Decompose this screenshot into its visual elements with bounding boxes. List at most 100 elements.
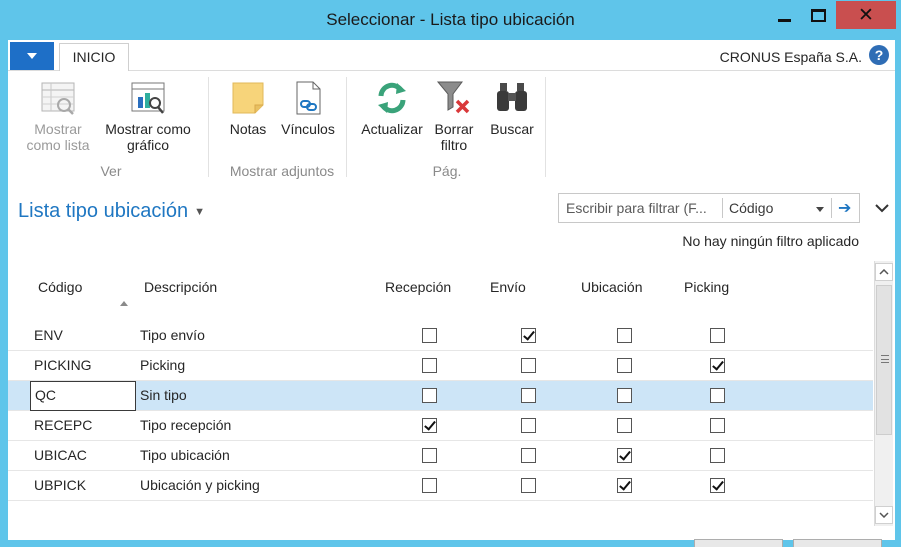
filter-input[interactable] bbox=[559, 194, 722, 222]
links-button[interactable]: Vínculos bbox=[276, 79, 340, 137]
checkbox-picking[interactable] bbox=[710, 328, 725, 343]
refresh-icon bbox=[373, 79, 411, 117]
checkbox-envio[interactable] bbox=[521, 358, 536, 373]
ribbon-tab-bar: INICIO CRONUS España S.A. ? bbox=[8, 40, 895, 72]
minimize-icon bbox=[777, 18, 791, 22]
checkbox-picking[interactable] bbox=[710, 448, 725, 463]
checkbox-picking[interactable] bbox=[710, 388, 725, 403]
ribbon: Mostrar como lista Mostrar como gráfico … bbox=[8, 71, 895, 183]
help-icon[interactable]: ? bbox=[869, 45, 889, 65]
column-header-codigo[interactable]: Código bbox=[38, 279, 82, 295]
notes-button[interactable]: Notas bbox=[224, 79, 272, 137]
filter-status: No hay ningún filtro aplicado bbox=[682, 233, 859, 249]
table-row[interactable]: ENV Tipo envío bbox=[8, 321, 873, 351]
filter-divider bbox=[722, 198, 723, 218]
checkbox-picking[interactable] bbox=[710, 478, 725, 493]
filter-divider bbox=[831, 198, 832, 218]
expand-chevron-icon[interactable] bbox=[875, 203, 889, 213]
cell-code: RECEPC bbox=[34, 417, 93, 433]
checkbox-recepcion[interactable] bbox=[422, 478, 437, 493]
show-as-chart-label: Mostrar como gráfico bbox=[105, 121, 191, 153]
maximize-button[interactable] bbox=[802, 1, 834, 29]
find-button[interactable]: Buscar bbox=[484, 79, 540, 137]
table-row[interactable]: PICKING Picking bbox=[8, 351, 873, 381]
group-label-pag: Pág. bbox=[432, 163, 462, 179]
checkbox-recepcion[interactable] bbox=[422, 418, 437, 433]
clear-filter-icon bbox=[435, 79, 473, 117]
chevron-down-icon[interactable] bbox=[816, 207, 824, 212]
checkbox-envio[interactable] bbox=[521, 328, 536, 343]
title-bar: Seleccionar - Lista tipo ubicación ✕ bbox=[0, 0, 901, 40]
checkbox-ubicacion[interactable] bbox=[617, 478, 632, 493]
checkbox-picking[interactable] bbox=[710, 358, 725, 373]
table-row-selected[interactable]: QC Sin tipo bbox=[8, 381, 873, 411]
group-label-ver: Ver bbox=[100, 163, 122, 179]
cell-code: ENV bbox=[34, 327, 63, 343]
grid-header: Código Descripción Recepción Envío Ubica… bbox=[8, 261, 873, 321]
notes-label: Notas bbox=[229, 121, 267, 137]
checkbox-ubicacion[interactable] bbox=[617, 418, 632, 433]
chart-view-icon bbox=[129, 79, 167, 117]
refresh-button[interactable]: Actualizar bbox=[357, 79, 427, 137]
group-separator bbox=[346, 77, 347, 177]
close-button[interactable]: ✕ bbox=[836, 1, 896, 29]
group-separator bbox=[545, 77, 546, 177]
page-title[interactable]: Lista tipo ubicación ▼ bbox=[18, 200, 205, 223]
sort-ascending-icon bbox=[120, 301, 128, 306]
minimize-button[interactable] bbox=[768, 1, 800, 29]
vertical-scrollbar[interactable] bbox=[874, 261, 893, 526]
column-header-ubicacion[interactable]: Ubicación bbox=[581, 279, 642, 295]
cell-description: Tipo ubicación bbox=[140, 447, 230, 463]
arrow-right-icon[interactable]: ➔ bbox=[838, 198, 851, 218]
clear-filter-label: Borrar filtro bbox=[434, 121, 474, 153]
checkbox-ubicacion[interactable] bbox=[617, 388, 632, 403]
column-header-recepcion[interactable]: Recepción bbox=[385, 279, 451, 295]
cancel-button[interactable]: Cancelar bbox=[793, 539, 882, 547]
table-row[interactable]: UBPICK Ubicación y picking bbox=[8, 471, 873, 501]
checkbox-envio[interactable] bbox=[521, 478, 536, 493]
scroll-up-button[interactable] bbox=[875, 263, 893, 281]
filter-field-select[interactable]: Código bbox=[729, 200, 773, 216]
checkbox-envio[interactable] bbox=[521, 418, 536, 433]
checkbox-picking[interactable] bbox=[710, 418, 725, 433]
close-icon: ✕ bbox=[858, 4, 874, 26]
find-label: Buscar bbox=[490, 121, 534, 137]
note-icon bbox=[229, 79, 267, 117]
accept-button[interactable]: Aceptar bbox=[694, 539, 783, 547]
cell-description: Sin tipo bbox=[140, 387, 187, 403]
checkbox-recepcion[interactable] bbox=[422, 358, 437, 373]
cell-description: Ubicación y picking bbox=[140, 477, 260, 493]
link-icon bbox=[289, 79, 327, 117]
checkbox-ubicacion[interactable] bbox=[617, 448, 632, 463]
show-as-list-button[interactable]: Mostrar como lista bbox=[22, 79, 94, 153]
cell-description: Picking bbox=[140, 357, 186, 373]
grip-icon bbox=[881, 355, 889, 363]
checkbox-ubicacion[interactable] bbox=[617, 358, 632, 373]
checkbox-envio[interactable] bbox=[521, 388, 536, 403]
table-row[interactable]: RECEPC Tipo recepción bbox=[8, 411, 873, 441]
chevron-up-icon bbox=[879, 269, 889, 275]
checkbox-ubicacion[interactable] bbox=[617, 328, 632, 343]
tab-inicio[interactable]: INICIO bbox=[59, 43, 129, 72]
clear-filter-button[interactable]: Borrar filtro bbox=[430, 79, 478, 153]
cell-description: Tipo recepción bbox=[140, 417, 232, 433]
cell-code-focused[interactable]: QC bbox=[30, 381, 136, 411]
cell-code: PICKING bbox=[34, 357, 92, 373]
column-header-picking[interactable]: Picking bbox=[684, 279, 729, 295]
checkbox-recepcion[interactable] bbox=[422, 388, 437, 403]
checkbox-recepcion[interactable] bbox=[422, 448, 437, 463]
checkbox-recepcion[interactable] bbox=[422, 328, 437, 343]
table-row[interactable]: UBICAC Tipo ubicación bbox=[8, 441, 873, 471]
show-as-chart-button[interactable]: Mostrar como gráfico bbox=[100, 79, 196, 153]
application-menu-button[interactable] bbox=[10, 42, 54, 70]
window-title: Seleccionar - Lista tipo ubicación bbox=[326, 10, 575, 29]
list-page: Lista tipo ubicación ▼ Código ➔ No hay ni… bbox=[8, 183, 895, 547]
column-header-descripcion[interactable]: Descripción bbox=[144, 279, 217, 295]
scrollbar-thumb[interactable] bbox=[876, 285, 892, 435]
links-label: Vínculos bbox=[281, 121, 335, 137]
chevron-down-icon bbox=[27, 53, 37, 59]
checkbox-envio[interactable] bbox=[521, 448, 536, 463]
column-header-envio[interactable]: Envío bbox=[490, 279, 526, 295]
scroll-down-button[interactable] bbox=[875, 506, 893, 524]
cell-code: QC bbox=[35, 387, 56, 403]
